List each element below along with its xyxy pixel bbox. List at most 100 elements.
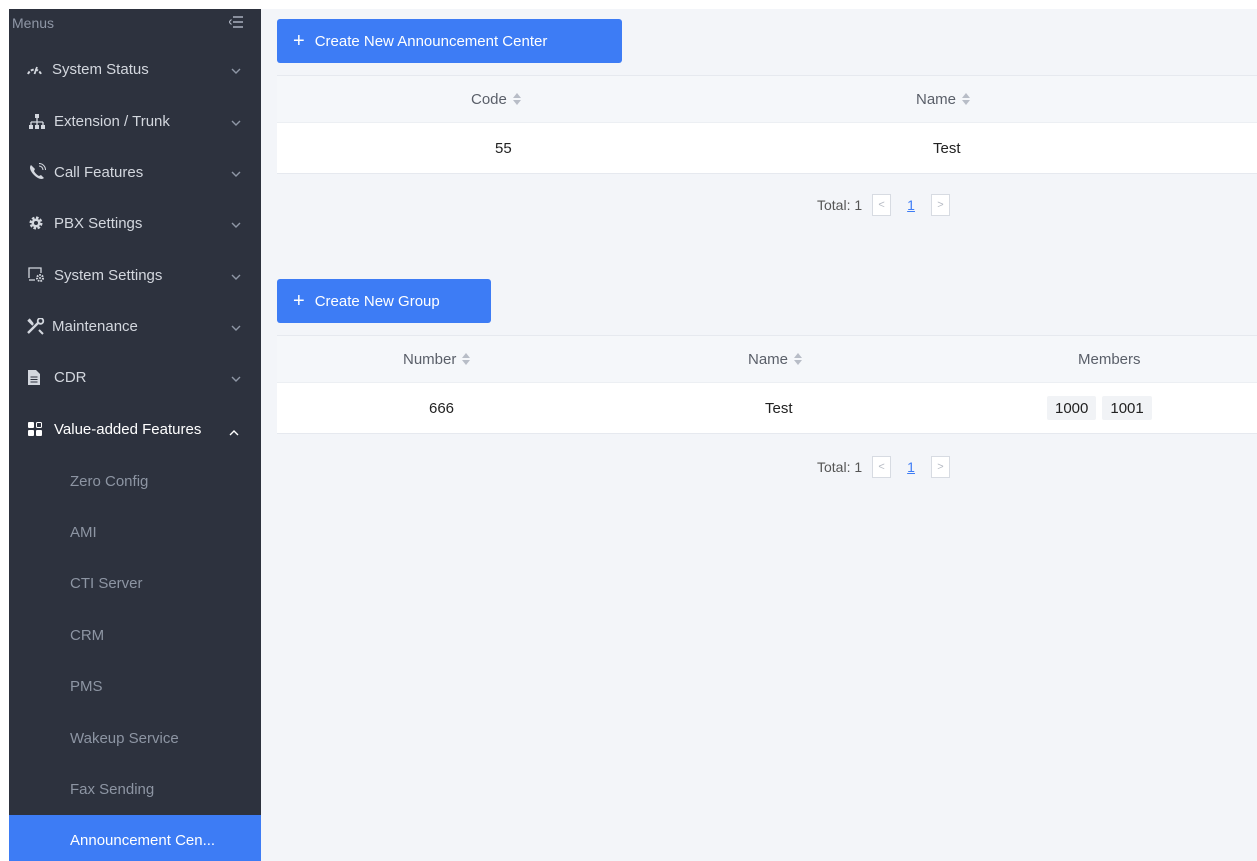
prev-page-button[interactable]: < <box>872 194 892 216</box>
table-header: Number Name Members <box>277 336 1257 383</box>
plus-icon: + <box>293 30 305 52</box>
submenu-ami[interactable]: AMI <box>9 507 261 557</box>
submenu-label: CTI Server <box>70 574 143 592</box>
menu-value-added-features[interactable]: Value-added Features <box>9 409 261 449</box>
menu-system-status[interactable]: System Status <box>9 49 261 89</box>
page-number[interactable]: 1 <box>907 459 915 475</box>
gauge-icon <box>26 63 52 75</box>
menu-label: Extension / Trunk <box>54 112 170 130</box>
create-announcement-center-button[interactable]: + Create New Announcement Center <box>277 19 622 63</box>
chevron-down-icon <box>231 370 241 387</box>
phone-call-icon <box>28 163 54 181</box>
submenu-label: AMI <box>70 523 97 541</box>
chevron-right-icon: > <box>937 461 944 473</box>
column-label: Code <box>471 90 507 108</box>
column-header-name[interactable]: Name <box>916 76 971 122</box>
column-header-code[interactable]: Code <box>471 76 521 122</box>
submenu-label: CRM <box>70 626 105 644</box>
chevron-up-icon <box>229 423 239 440</box>
chevron-left-icon: < <box>878 461 885 473</box>
sort-icon[interactable] <box>794 353 803 365</box>
page-number[interactable]: 1 <box>907 197 915 213</box>
plus-icon: + <box>293 290 305 312</box>
submenu-wakeup-service[interactable]: Wakeup Service <box>9 713 261 763</box>
menu-maintenance[interactable]: Maintenance <box>9 306 261 346</box>
collapse-menu-icon[interactable] <box>228 15 243 31</box>
submenu-label: PMS <box>70 677 103 695</box>
submenu-label: Announcement Cen... <box>70 831 216 849</box>
chevron-down-icon <box>231 216 241 233</box>
cell-number: 666 <box>429 399 455 417</box>
gear-icon <box>28 215 54 231</box>
submenu-label: Wakeup Service <box>70 729 179 747</box>
chevron-down-icon <box>231 165 241 182</box>
tools-icon <box>26 317 52 335</box>
table-row[interactable]: 666 Test 1000 1001 <box>277 383 1257 433</box>
announcement-table: Code Name 55 Test <box>277 75 1257 174</box>
menu-extension-trunk[interactable]: Extension / Trunk <box>9 101 261 141</box>
menu-label: Value-added Features <box>54 420 202 438</box>
chevron-down-icon <box>231 62 241 79</box>
submenu-label: Zero Config <box>70 472 149 490</box>
column-label: Members <box>1078 350 1141 368</box>
pagination-total: Total: 1 <box>817 197 863 213</box>
column-header-members: Members <box>1078 336 1141 382</box>
chevron-down-icon <box>231 114 241 131</box>
submenu-zero-config[interactable]: Zero Config <box>9 456 261 506</box>
pagination-total: Total: 1 <box>817 459 863 475</box>
submenu-cti-server[interactable]: CTI Server <box>9 558 261 608</box>
sidebar-title: Menus <box>12 15 55 31</box>
cell-name: Test <box>933 139 961 157</box>
cell-name: Test <box>765 399 793 417</box>
member-tag: 1001 <box>1102 396 1152 420</box>
announcement-pagination: Total: 1 < 1 > <box>817 193 950 217</box>
top-border <box>0 0 1257 9</box>
next-page-button[interactable]: > <box>930 456 950 478</box>
menu-label: System Status <box>52 60 149 78</box>
table-row[interactable]: 55 Test <box>277 123 1257 173</box>
cell-members: 1000 1001 <box>1047 383 1158 433</box>
create-announcement-center-label: Create New Announcement Center <box>314 32 548 50</box>
submenu-label: Fax Sending <box>70 780 155 798</box>
column-label: Name <box>916 90 957 108</box>
submenu-announcement-center[interactable]: Announcement Cen... <box>9 815 261 861</box>
submenu-fax-sending[interactable]: Fax Sending <box>9 764 261 814</box>
left-border <box>0 9 9 861</box>
create-group-button[interactable]: + Create New Group <box>277 279 491 323</box>
create-group-label: Create New Group <box>314 292 440 310</box>
sidebar-header: Menus <box>9 9 261 37</box>
chevron-down-icon <box>231 319 241 336</box>
chevron-down-icon <box>231 268 241 285</box>
member-tag: 1000 <box>1047 396 1097 420</box>
submenu-pms[interactable]: PMS <box>9 661 261 711</box>
column-label: Number <box>403 350 457 368</box>
sort-icon[interactable] <box>462 353 471 365</box>
network-icon <box>28 113 54 129</box>
menu-label: Call Features <box>54 163 144 181</box>
cell-code: 55 <box>495 139 512 157</box>
submenu-crm[interactable]: CRM <box>9 610 261 660</box>
sidebar: Menus System Status Extension / Trunk Ca… <box>9 9 261 861</box>
menu-label: CDR <box>54 368 87 386</box>
menu-pbx-settings[interactable]: PBX Settings <box>9 203 261 243</box>
table-header: Code Name <box>277 76 1257 123</box>
column-header-name[interactable]: Name <box>748 336 803 382</box>
main-content: + Create New Announcement Center Code Na… <box>261 9 1257 861</box>
sort-icon[interactable] <box>962 93 971 105</box>
menu-call-features[interactable]: Call Features <box>9 152 261 192</box>
menu-label: System Settings <box>54 266 163 284</box>
menu-label: PBX Settings <box>54 214 143 232</box>
chevron-right-icon: > <box>937 199 944 211</box>
prev-page-button[interactable]: < <box>872 456 892 478</box>
next-page-button[interactable]: > <box>930 194 950 216</box>
menu-label: Maintenance <box>52 317 138 335</box>
system-settings-icon <box>28 267 54 283</box>
menu-system-settings[interactable]: System Settings <box>9 255 261 295</box>
apps-icon <box>28 421 54 437</box>
column-header-number[interactable]: Number <box>403 336 471 382</box>
sort-icon[interactable] <box>512 93 521 105</box>
chevron-left-icon: < <box>878 199 885 211</box>
group-pagination: Total: 1 < 1 > <box>817 455 950 479</box>
group-table: Number Name Members 666 Test 1000 1001 <box>277 335 1257 434</box>
menu-cdr[interactable]: CDR <box>9 357 261 397</box>
